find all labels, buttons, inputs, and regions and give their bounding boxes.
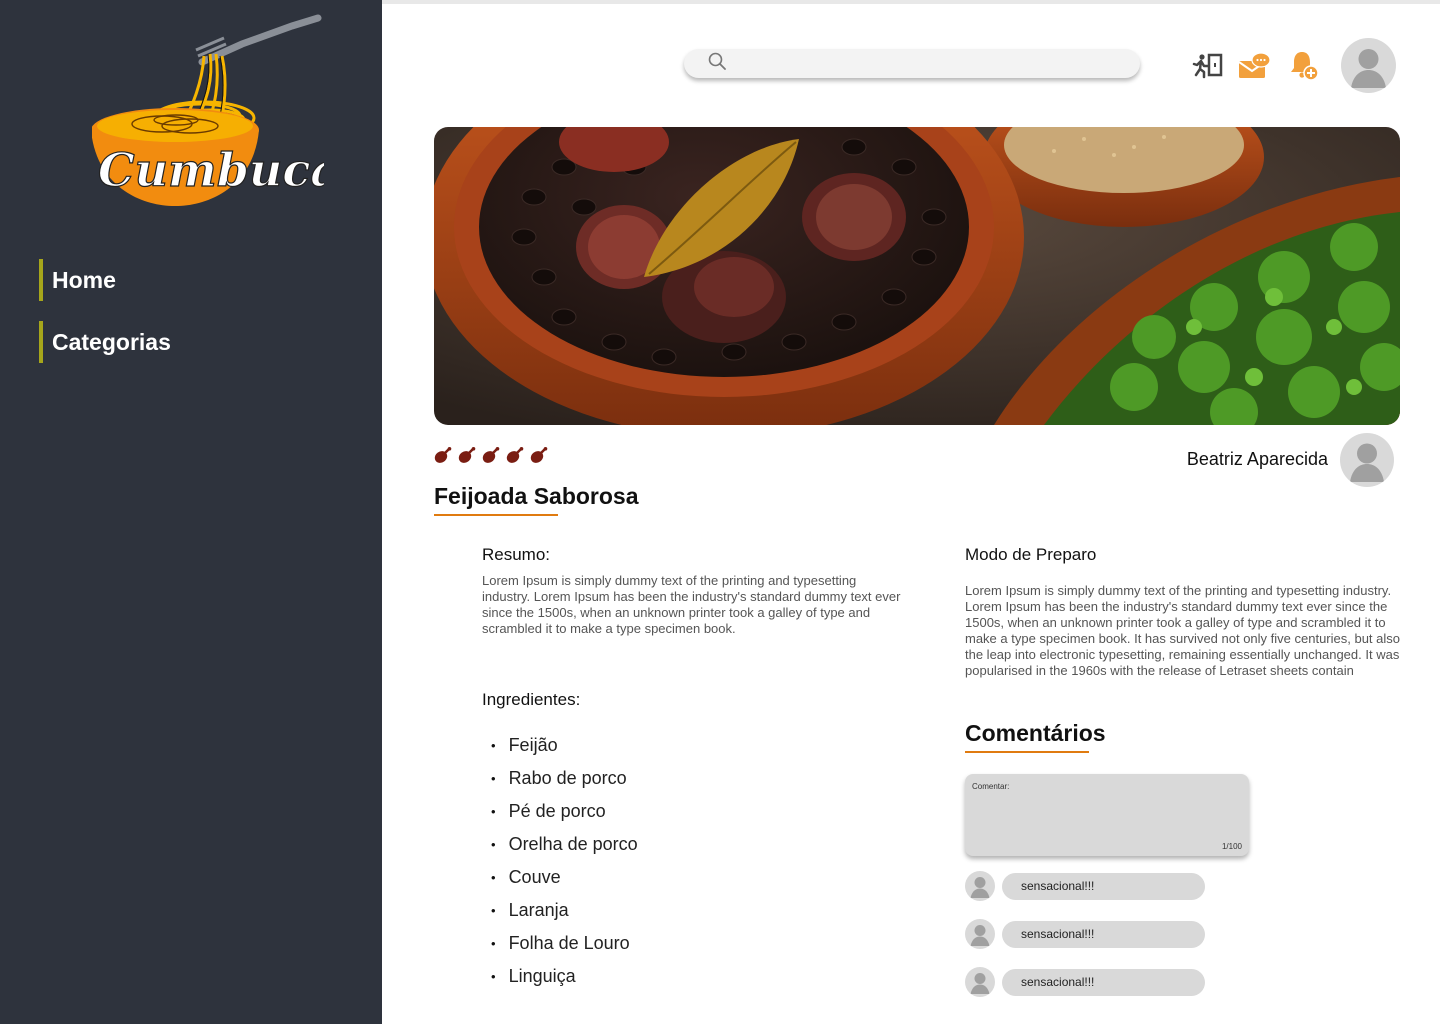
logo-text: Cumbuca — [98, 143, 324, 197]
comment-bubble: sensacional!!! — [1002, 920, 1205, 948]
search-icon — [708, 52, 726, 75]
ingredient-item: Feijão — [491, 729, 638, 762]
drumstick-rating-icon[interactable] — [434, 446, 452, 469]
search-bar[interactable] — [684, 49, 1140, 78]
summary-label: Resumo: — [482, 545, 551, 564]
top-divider — [382, 0, 1440, 4]
sidebar: Cumbuca Home Categorias — [0, 0, 382, 1024]
commenter-avatar[interactable] — [965, 871, 995, 901]
sidebar-item-home[interactable]: Home — [39, 259, 116, 301]
recipe-hero-image — [434, 127, 1400, 425]
sidebar-item-categorias[interactable]: Categorias — [39, 321, 171, 363]
comment-input-label: Comentar: — [972, 782, 1010, 791]
comment-item: sensacional!!! — [965, 871, 1205, 901]
drumstick-rating-icon[interactable] — [482, 446, 500, 469]
preparation-label: Modo de Preparo — [965, 545, 1097, 564]
title-underline — [434, 514, 558, 516]
commenter-avatar[interactable] — [965, 967, 995, 997]
author-avatar[interactable] — [1340, 433, 1394, 487]
comment-item: sensacional!!! — [965, 967, 1205, 997]
drumstick-rating-icon[interactable] — [530, 446, 548, 469]
ingredient-item: Pé de porco — [491, 795, 638, 828]
ingredient-item: Linguiça — [491, 960, 638, 993]
notification-add-icon[interactable] — [1286, 48, 1322, 84]
comment-input[interactable]: Comentar: 1/100 — [965, 774, 1249, 856]
drumstick-rating-icon[interactable] — [458, 446, 476, 469]
ingredient-item: Orelha de porco — [491, 828, 638, 861]
commenter-avatar[interactable] — [965, 919, 995, 949]
preparation-text: Lorem Ipsum is simply dummy text of the … — [965, 583, 1401, 678]
recipe-title: Feijoada Saborosa — [434, 483, 639, 509]
comment-item: sensacional!!! — [965, 919, 1205, 949]
sidebar-item-label: Categorias — [52, 328, 171, 355]
ingredient-item: Folha de Louro — [491, 927, 638, 960]
messages-icon[interactable] — [1236, 48, 1272, 84]
author-name[interactable]: Beatriz Aparecida — [1120, 449, 1328, 470]
ingredients-list: Feijão Rabo de porco Pé de porco Orelha … — [491, 729, 638, 993]
ingredients-label: Ingredientes: — [482, 690, 581, 709]
user-avatar[interactable] — [1341, 38, 1396, 93]
search-input[interactable] — [734, 49, 1140, 78]
summary-text: Lorem Ipsum is simply dummy text of the … — [482, 573, 901, 636]
cumbuca-logo[interactable]: Cumbuca — [91, 14, 341, 214]
comments-underline — [965, 751, 1089, 753]
rating-stars[interactable] — [434, 446, 548, 469]
ingredient-item: Couve — [491, 861, 638, 894]
comment-char-counter: 1/100 — [1221, 842, 1242, 851]
drumstick-rating-icon[interactable] — [506, 446, 524, 469]
ingredient-item: Laranja — [491, 894, 638, 927]
exit-icon[interactable] — [1190, 48, 1226, 84]
comment-bubble: sensacional!!! — [1002, 872, 1205, 900]
ingredient-item: Rabo de porco — [491, 762, 638, 795]
comments-title: Comentários — [965, 720, 1106, 746]
comment-bubble: sensacional!!! — [1002, 968, 1205, 996]
sidebar-item-label: Home — [52, 266, 116, 293]
